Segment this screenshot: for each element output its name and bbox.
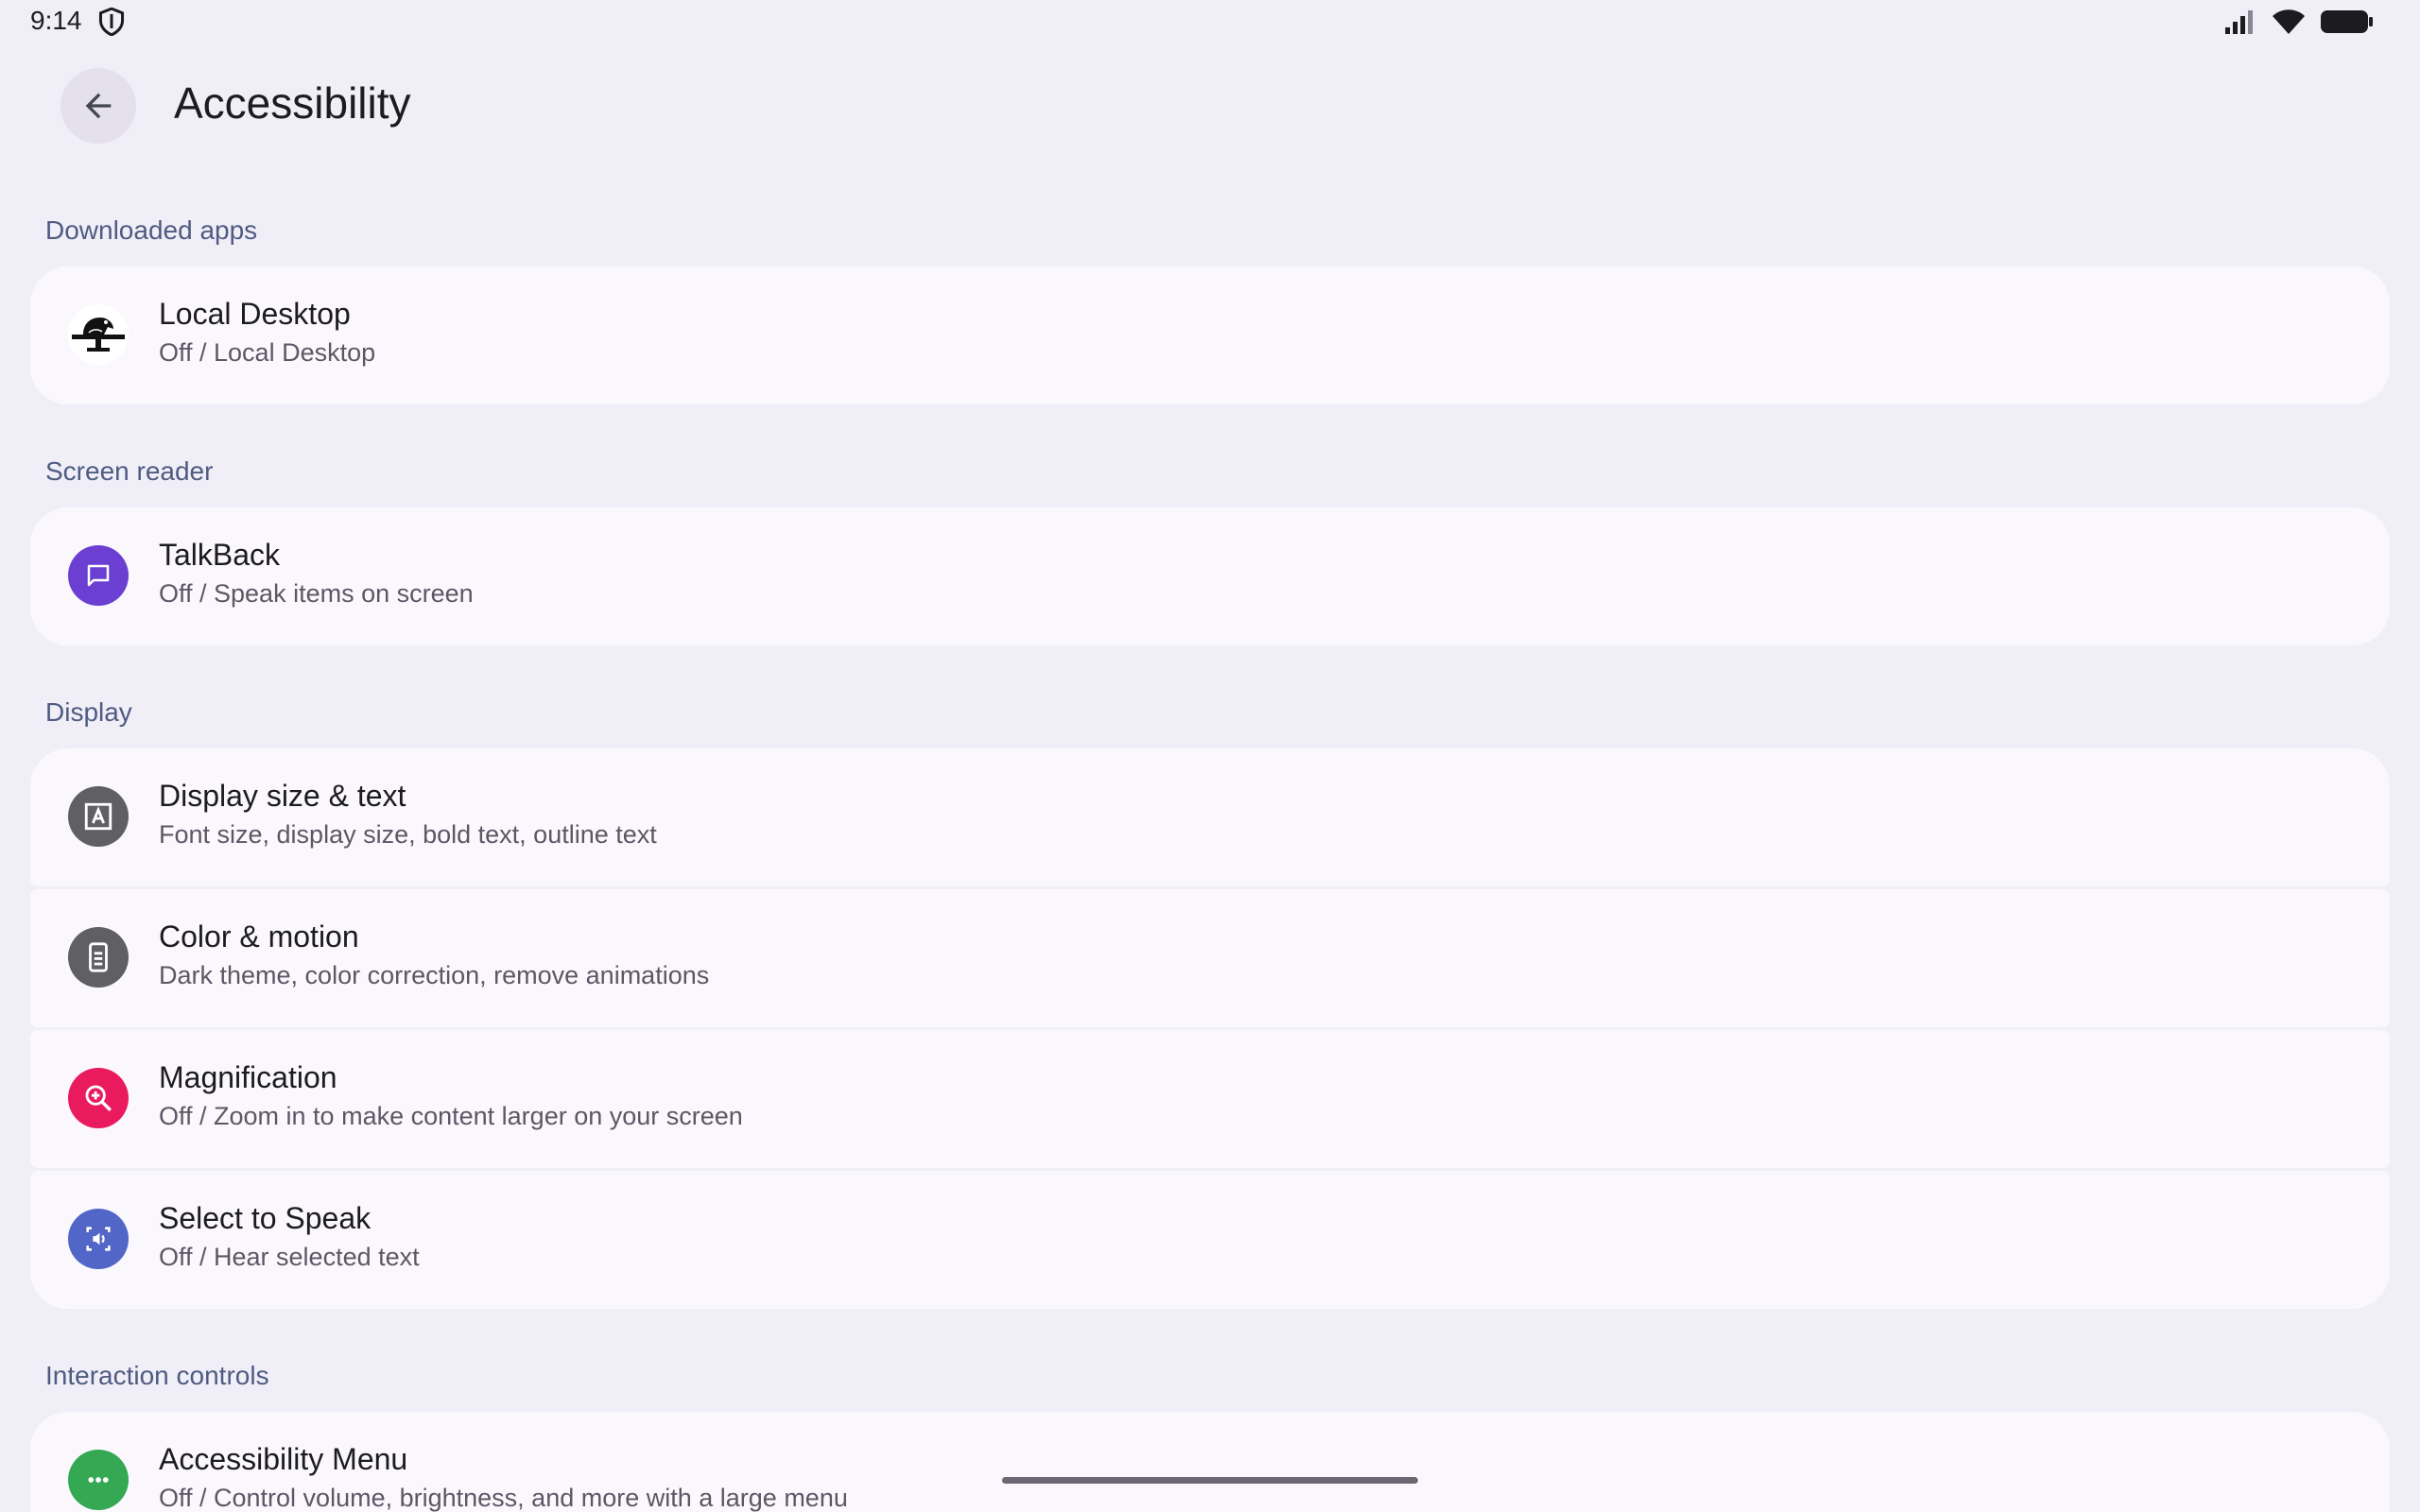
item-title: Select to Speak [159, 1201, 372, 1235]
section-header-display: Display [45, 697, 132, 727]
more-horizontal-icon [68, 1450, 129, 1510]
item-subtitle: Off / Local Desktop [159, 338, 376, 367]
section-header-downloaded-apps: Downloaded apps [45, 215, 258, 245]
item-title: Color & motion [159, 919, 359, 954]
zoom-in-icon [68, 1068, 129, 1128]
wifi-icon [2273, 9, 2305, 34]
item-subtitle: Dark theme, color correction, remove ani… [159, 961, 710, 989]
phone-color-icon [68, 927, 129, 988]
interaction-controls-group: Accessibility Menu Off / Control volume,… [30, 1412, 2390, 1512]
list-item-accessibility-menu[interactable]: Accessibility Menu Off / Control volume,… [30, 1412, 2390, 1512]
arrow-back-icon [85, 93, 112, 119]
list-item-talkback[interactable]: TalkBack Off / Speak items on screen [30, 507, 2390, 645]
list-item-select-to-speak[interactable]: Select to Speak Off / Hear selected text [30, 1171, 2390, 1309]
item-title: Display size & text [159, 779, 406, 813]
section-header-screen-reader: Screen reader [45, 456, 214, 486]
item-subtitle: Off / Zoom in to make content larger on … [159, 1102, 743, 1130]
item-title: Accessibility Menu [159, 1442, 408, 1476]
vpn-shield-icon [98, 8, 125, 36]
display-group: Display size & text Font size, display s… [30, 748, 2390, 1309]
text-format-icon [68, 786, 129, 847]
cellular-signal-icon [2225, 10, 2253, 34]
local-desktop-app-icon [68, 304, 129, 365]
item-title: Local Desktop [159, 297, 351, 331]
list-item-local-desktop[interactable]: Local Desktop Off / Local Desktop [30, 266, 2390, 404]
downloaded-apps-group: Local Desktop Off / Local Desktop [30, 266, 2390, 404]
select-to-speak-icon [68, 1209, 129, 1269]
battery-icon [2321, 10, 2373, 33]
item-subtitle: Font size, display size, bold text, outl… [159, 820, 657, 849]
list-item-color-motion[interactable]: Color & motion Dark theme, color correct… [30, 889, 2390, 1027]
list-item-display-size-text[interactable]: Display size & text Font size, display s… [30, 748, 2390, 886]
status-time: 9:14 [30, 6, 82, 35]
item-subtitle: Off / Control volume, brightness, and mo… [159, 1484, 848, 1512]
screen-reader-group: TalkBack Off / Speak items on screen [30, 507, 2390, 645]
item-subtitle: Off / Hear selected text [159, 1243, 420, 1271]
item-title: TalkBack [159, 538, 281, 572]
status-icons [2223, 8, 2375, 36]
item-title: Magnification [159, 1060, 337, 1094]
back-button[interactable] [60, 68, 136, 144]
settings-screen: 9:14 Accessibility Downloaded apps Local… [0, 0, 2420, 1512]
section-header-interaction-controls: Interaction controls [45, 1361, 269, 1390]
item-subtitle: Off / Speak items on screen [159, 579, 474, 608]
talkback-icon [68, 545, 129, 606]
status-bar: 9:14 [0, 0, 2420, 45]
list-item-magnification[interactable]: Magnification Off / Zoom in to make cont… [30, 1030, 2390, 1168]
page-title: Accessibility [174, 78, 411, 128]
gesture-navigation-handle[interactable] [1002, 1477, 1418, 1484]
